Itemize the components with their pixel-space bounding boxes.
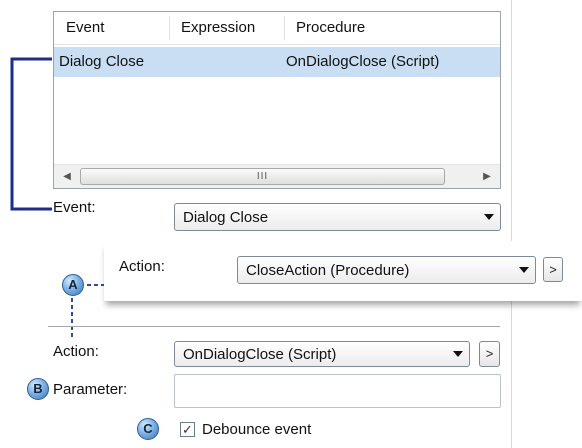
grid-header: Event Expression Procedure xyxy=(54,12,500,45)
scroll-left-icon[interactable]: ◀ xyxy=(58,168,76,186)
debounce-checkbox[interactable]: ✓ xyxy=(180,422,195,437)
column-header-expression[interactable]: Expression xyxy=(169,12,286,44)
parameter-field[interactable] xyxy=(174,374,501,408)
event-dropdown[interactable]: Dialog Close xyxy=(174,203,501,231)
popout-action-dropdown[interactable]: CloseAction (Procedure) xyxy=(237,256,536,284)
popout-action-label: Action: xyxy=(119,258,165,275)
callout-b-badge: B xyxy=(27,378,49,400)
callout-a-badge: A xyxy=(62,274,84,296)
section-divider xyxy=(48,326,500,327)
action-dropdown[interactable]: OnDialogClose (Script) xyxy=(174,341,470,367)
chevron-down-icon xyxy=(519,267,529,273)
cell-event: Dialog Close xyxy=(59,53,145,70)
action-dropdown-value: OnDialogClose (Script) xyxy=(183,345,337,363)
action-more-button[interactable]: > xyxy=(479,341,500,367)
callout-c-badge: C xyxy=(137,418,159,440)
scroll-right-icon[interactable]: ▶ xyxy=(478,168,496,186)
events-grid[interactable]: Event Expression Procedure Dialog Close … xyxy=(53,11,501,189)
cell-procedure: OnDialogClose (Script) xyxy=(286,53,440,70)
popout-action-more-button[interactable]: > xyxy=(543,257,563,282)
action-label: Action: xyxy=(53,343,99,360)
table-row[interactable]: Dialog Close OnDialogClose (Script) xyxy=(54,47,500,77)
chevron-down-icon xyxy=(453,351,463,357)
popout-action-value: CloseAction (Procedure) xyxy=(246,261,410,279)
chevron-down-icon xyxy=(484,214,494,220)
horizontal-scrollbar[interactable]: ◀ III ▶ xyxy=(54,164,500,188)
column-header-event[interactable]: Event xyxy=(54,12,169,44)
debounce-label[interactable]: Debounce event xyxy=(202,421,311,438)
event-bracket xyxy=(10,57,52,211)
scrollbar-thumb[interactable]: III xyxy=(80,168,445,185)
event-dropdown-value: Dialog Close xyxy=(183,208,269,226)
column-header-procedure[interactable]: Procedure xyxy=(284,12,500,44)
event-label: Event: xyxy=(53,199,96,216)
parameter-label: Parameter: xyxy=(53,381,128,398)
